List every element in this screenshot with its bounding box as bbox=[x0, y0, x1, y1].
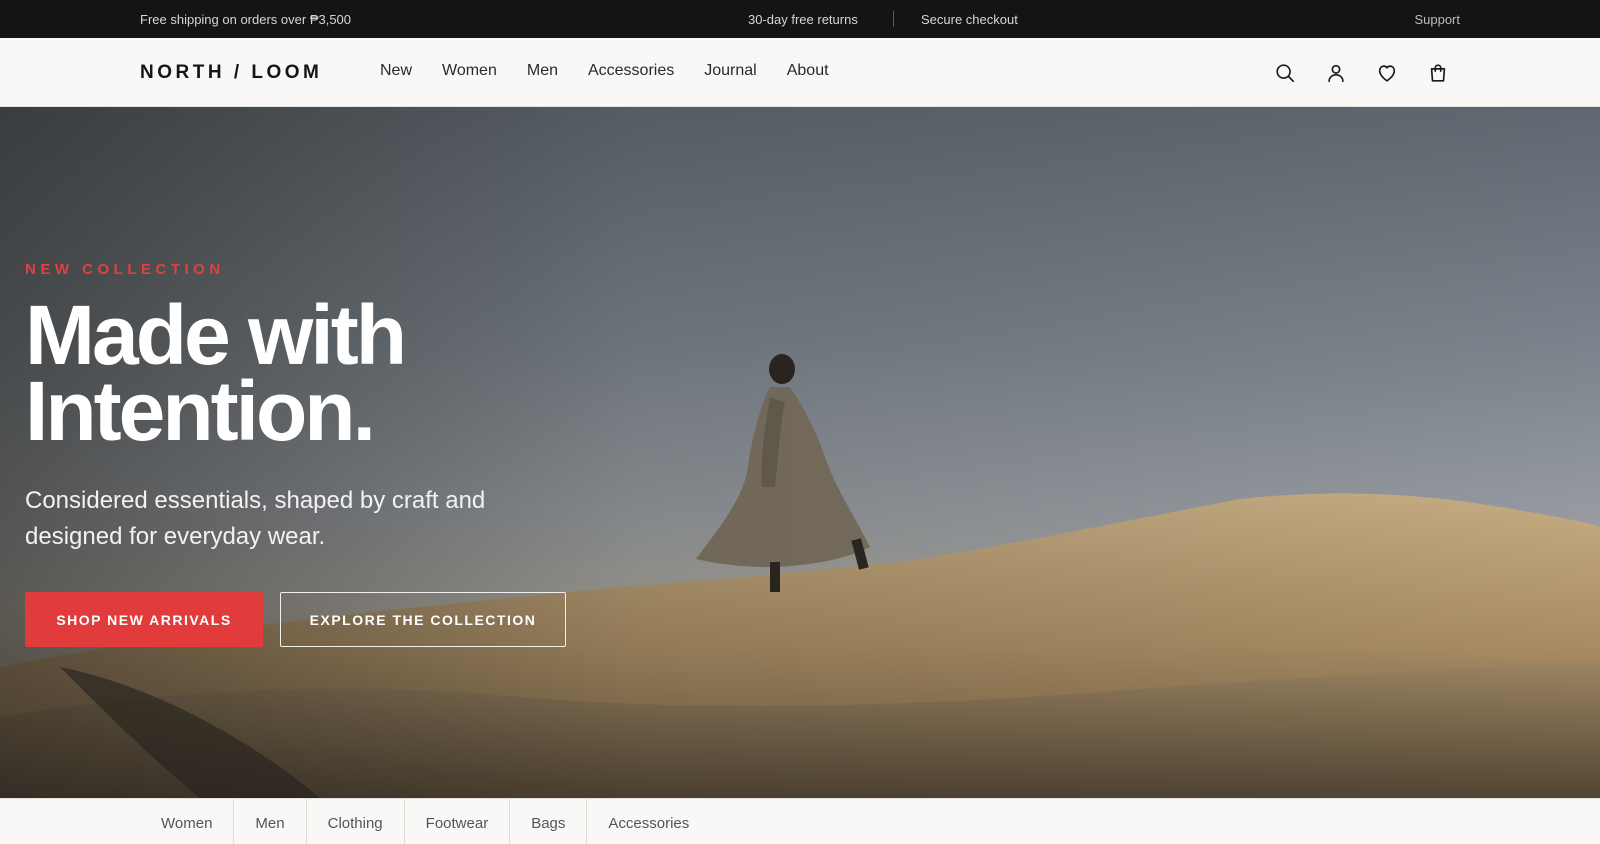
category-men[interactable]: Men bbox=[234, 799, 307, 844]
shop-new-arrivals-button[interactable]: SHOP NEW ARRIVALS bbox=[25, 592, 263, 647]
category-women[interactable]: Women bbox=[140, 799, 235, 844]
shipping-notice: Free shipping on orders over ₱3,500 bbox=[140, 12, 352, 27]
category-bar: Women Men Clothing Footwear Bags Accesso… bbox=[0, 798, 1600, 844]
hero-banner: NEW COLLECTION Made with Intention. Cons… bbox=[0, 107, 1600, 798]
nav-item-men[interactable]: Men bbox=[527, 62, 558, 80]
hero-eyebrow: NEW COLLECTION bbox=[25, 261, 225, 278]
brand-logo[interactable]: NORTH / LOOM bbox=[140, 62, 322, 84]
category-clothing[interactable]: Clothing bbox=[307, 799, 405, 844]
nav-item-journal[interactable]: Journal bbox=[704, 62, 756, 80]
announcement-bar: Free shipping on orders over ₱3,500 30-d… bbox=[0, 0, 1600, 38]
nav-item-accessories[interactable]: Accessories bbox=[588, 62, 674, 80]
secure-checkout-notice: Secure checkout bbox=[921, 12, 1018, 27]
account-icon[interactable] bbox=[1323, 60, 1349, 86]
nav-item-women[interactable]: Women bbox=[442, 62, 497, 80]
nav-item-new[interactable]: New bbox=[380, 62, 412, 80]
site-header: NORTH / LOOM New Women Men Accessories J… bbox=[0, 38, 1600, 107]
explore-collection-button[interactable]: EXPLORE THE COLLECTION bbox=[280, 592, 566, 647]
divider bbox=[893, 11, 894, 27]
category-bags[interactable]: Bags bbox=[510, 799, 588, 844]
hero-headline: Made with Intention. bbox=[25, 293, 407, 453]
bag-icon[interactable] bbox=[1425, 60, 1451, 86]
nav-item-about[interactable]: About bbox=[787, 62, 829, 80]
support-link[interactable]: Support bbox=[1414, 12, 1460, 27]
header-actions bbox=[1272, 60, 1476, 86]
returns-notice: 30-day free returns bbox=[748, 12, 858, 27]
category-list: Women Men Clothing Footwear Bags Accesso… bbox=[140, 799, 710, 844]
headline-line-2: Intention. bbox=[25, 364, 376, 458]
category-footwear[interactable]: Footwear bbox=[405, 799, 511, 844]
heart-icon[interactable] bbox=[1374, 60, 1400, 86]
category-accessories[interactable]: Accessories bbox=[587, 799, 710, 844]
main-nav: New Women Men Accessories Journal About bbox=[380, 62, 859, 80]
hero-subtitle: Considered essentials, shaped by craft a… bbox=[25, 487, 486, 550]
search-icon[interactable] bbox=[1272, 60, 1298, 86]
